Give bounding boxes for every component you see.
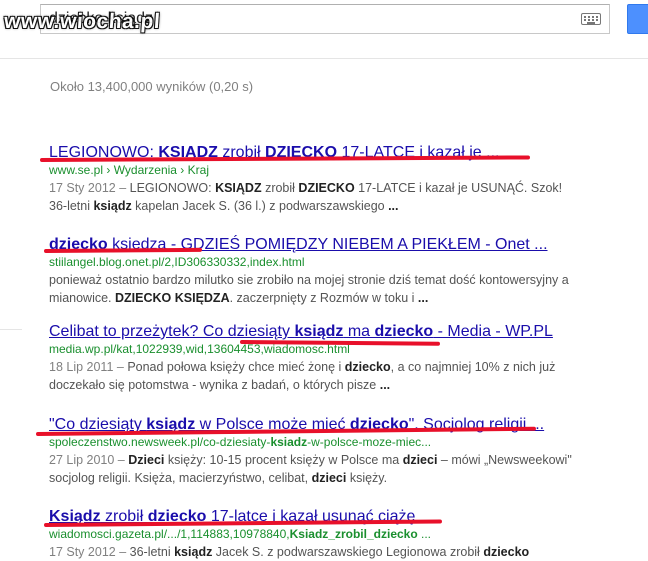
result-url[interactable]: stiilangel.blog.onet.pl/2,ID306330332,in… [49, 255, 629, 269]
result-item: Ksiądz zrobił dziecko 17-latce i kazał u… [49, 507, 629, 561]
snippet-text-segment: kapelan Jacek S. (36 l.) z podwarszawski… [131, 199, 389, 213]
result-snippet: 17 Sty 2012 – 36-letni ksiądz Jacek S. z… [49, 543, 579, 561]
snippet-text-segment: Dzieci [128, 453, 165, 467]
result-url[interactable]: spoleczenstwo.newsweek.pl/co-dziesiaty-k… [49, 435, 629, 449]
snippet-text-segment: Jacek S. z podwarszawskiego Legionowa zr… [212, 545, 484, 559]
snippet-text-segment: dziecko [483, 545, 530, 559]
url-text-segment: Wydarzenia [113, 163, 177, 177]
snippet-text-segment: KSIĄDZ [215, 181, 262, 195]
snippet-text-segment: dziecko [344, 360, 391, 374]
snippet-text-segment: dzieci [402, 453, 438, 467]
title-text-segment: dziecko [374, 323, 434, 340]
result-item: dziecko ksiedza - GDZIEŚ POMIĘDZY NIEBEM… [49, 235, 629, 307]
keyboard-icon[interactable] [581, 13, 601, 25]
snippet-text-segment: DZIECKO [298, 181, 355, 195]
result-url[interactable]: wiadomosci.gazeta.pl/.../1,114883,109788… [49, 527, 629, 541]
snippet-text-segment: 27 Lip 2010 – [49, 453, 129, 467]
snippet-text-segment: księży. [346, 471, 388, 485]
url-text-segment: wiadomosci.gazeta.pl/.../1,114883,109788… [49, 527, 290, 541]
url-text-segment: › [176, 163, 188, 177]
title-text-segment: ksiądz [294, 323, 344, 340]
snippet-text-segment: ... [417, 291, 429, 305]
snippet-text-segment: KSIĘDZA [174, 291, 230, 305]
snippet-text-segment: księży: 10-15 procent księży w Polsce ma [164, 453, 403, 467]
url-text-segment: ... [417, 527, 432, 541]
snippet-text-segment: LEGIONOWO: [129, 181, 216, 195]
result-title-link[interactable]: Celibat to przeżytek? Co dziesiąty ksiąd… [49, 322, 629, 341]
snippet-text-segment: ... [379, 378, 391, 392]
divider [0, 329, 22, 330]
url-text-segment: Kraj [187, 163, 209, 177]
snippet-text-segment: dzieci [311, 471, 347, 485]
snippet-text-segment: ... [388, 199, 399, 213]
snippet-text-segment: 17 Sty 2012 – [49, 545, 130, 559]
result-url[interactable]: www.se.pl › Wydarzenia › Kraj [49, 163, 629, 177]
snippet-text-segment: zrobił [261, 181, 299, 195]
url-text-segment: › [103, 163, 114, 177]
snippet-text-segment: DZIECKO [115, 291, 172, 305]
snippet-text-segment: Ponad połowa księży chce mieć żonę i [127, 360, 345, 374]
title-text-segment: Celibat to przeżytek? Co dziesiąty [49, 323, 295, 340]
snippet-text-segment: 17 Sty 2012 – [49, 181, 130, 195]
url-text-segment: Ksiadz_zrobil_dziecko [289, 527, 418, 541]
search-results-page: www.wiocha.pl Około 13,400,000 wyników (… [0, 0, 648, 561]
result-item: Celibat to przeżytek? Co dziesiąty ksiąd… [49, 322, 629, 394]
url-text-segment: www.se.pl [49, 163, 104, 177]
url-text-segment: stiilangel.blog.onet.pl/2,ID306330332,in… [49, 255, 305, 269]
result-stats: Około 13,400,000 wyników (0,20 s) [50, 79, 254, 94]
snippet-text-segment: ksiądz [174, 545, 213, 559]
snippet-text-segment: ksiądz [93, 199, 132, 213]
snippet-text-segment: 18 Lip 2011 – [49, 360, 128, 374]
result-item: "Co dziesiąty ksiądz w Polsce może mieć … [49, 415, 629, 487]
title-text-segment: ma [343, 323, 375, 340]
snippet-text-segment: 36-letni [129, 545, 175, 559]
url-text-segment: spoleczenstwo.newsweek.pl/co-dziesiaty- [49, 435, 271, 449]
result-item: LEGIONOWO: KSIĄDZ zrobił DZIECKO 17-LATC… [49, 143, 629, 215]
title-text-segment: - Media - WP.PL [433, 323, 553, 340]
result-snippet: ponieważ ostatnio bardzo milutko sie zro… [49, 271, 579, 307]
url-text-segment: -w-polsce-moze-miec... [307, 435, 432, 449]
result-snippet: 18 Lip 2011 – Ponad połowa księży chce m… [49, 358, 579, 394]
result-snippet: 17 Sty 2012 – LEGIONOWO: KSIĄDZ zrobił D… [49, 179, 579, 215]
snippet-text-segment: . zaczerpnięty z Rozmów w toku i [229, 291, 418, 305]
url-text-segment: ksiadz [270, 435, 308, 449]
result-snippet: 27 Lip 2010 – Dzieci księży: 10-15 proce… [49, 451, 579, 487]
search-button[interactable] [627, 4, 648, 34]
watermark-logo: www.wiocha.pl [3, 10, 162, 33]
